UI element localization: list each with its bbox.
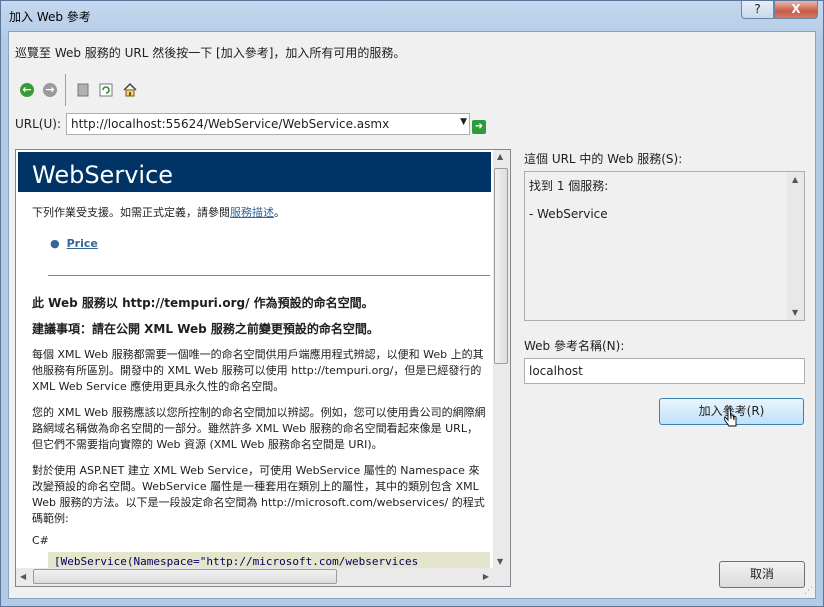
scroll-up-icon[interactable]: ▲	[792, 175, 798, 184]
dropdown-arrow-icon[interactable]: ▼	[460, 117, 467, 127]
forward-button[interactable]: →	[40, 80, 60, 100]
web-browser-pane[interactable]: WebService 下列作業受支援。如需正式定義，請參閱服務描述。 ● Pri…	[15, 149, 511, 587]
scroll-up-icon[interactable]: ▲	[497, 152, 503, 161]
scroll-down-icon[interactable]: ▼	[497, 557, 503, 566]
stop-icon	[77, 83, 89, 97]
paragraph-3: 對於使用 ASP.NET 建立 XML Web Service，可使用 WebS…	[32, 464, 485, 525]
services-label: 這個 URL 中的 Web 服務(S):	[524, 152, 683, 166]
service-title: WebService	[32, 161, 174, 189]
scroll-left-icon[interactable]: ◀	[20, 572, 26, 581]
reference-name-value: localhost	[529, 364, 583, 378]
stop-button[interactable]	[73, 80, 93, 100]
back-button[interactable]: ←	[17, 80, 37, 100]
operation-link-price[interactable]: Price	[67, 237, 98, 250]
reference-name-input[interactable]: localhost	[524, 358, 805, 384]
url-label: URL(U):	[15, 117, 61, 131]
paragraph-2: 您的 XML Web 服務應該以您所控制的命名空間加以辨認。例如，您可以使用貴公…	[32, 406, 486, 451]
code-sample: [WebService(Namespace="http://microsoft.…	[48, 552, 490, 568]
scroll-down-icon[interactable]: ▼	[792, 308, 798, 317]
operation-item: ● Price	[50, 236, 493, 252]
go-button[interactable]: ➜	[472, 120, 486, 134]
browser-content: WebService 下列作業受支援。如需正式定義，請參閱服務描述。 ● Pri…	[16, 150, 493, 568]
back-icon: ←	[20, 83, 34, 97]
intro-text: 下列作業受支援。如需正式定義，請參閱	[32, 206, 230, 219]
refresh-icon	[99, 83, 113, 97]
title-bar: 加入 Web 參考 ? X	[1, 1, 823, 31]
services-scrollbar[interactable]: ▲ ▼	[787, 172, 804, 320]
divider	[48, 275, 490, 276]
service-item: - WebService	[529, 207, 608, 221]
home-button[interactable]	[120, 80, 140, 100]
dialog-window: 加入 Web 參考 ? X 巡覽至 Web 服務的 URL 然後按一下 [加入參…	[0, 0, 824, 607]
intro-end: 。	[274, 206, 285, 219]
close-button[interactable]: X	[774, 1, 818, 19]
namespace-heading: 此 Web 服務以 http://tempuri.org/ 作為預設的命名空間。	[32, 296, 374, 310]
scroll-right-icon[interactable]: ▶	[483, 572, 489, 581]
services-list[interactable]: 找到 1 個服務: - WebService ▲ ▼	[524, 171, 805, 321]
reference-name-label: Web 參考名稱(N):	[524, 339, 625, 353]
toolbar-separator	[65, 74, 66, 106]
language-label: C#	[32, 534, 49, 547]
vertical-scroll-thumb[interactable]	[494, 168, 508, 364]
url-input[interactable]: http://localhost:55624/WebService/WebSer…	[71, 117, 389, 131]
url-combobox[interactable]: http://localhost:55624/WebService/WebSer…	[66, 113, 470, 135]
services-found-text: 找到 1 個服務:	[529, 179, 609, 193]
mouse-cursor-icon	[724, 407, 737, 427]
resize-grip-icon[interactable]: ⋰	[804, 586, 813, 596]
scrollbar-corner	[493, 568, 510, 586]
service-description-link[interactable]: 服務描述	[230, 206, 274, 219]
cancel-button[interactable]: 取消	[719, 561, 805, 588]
forward-icon: →	[43, 83, 57, 97]
bullet-icon: ●	[50, 237, 60, 250]
recommendation-heading: 建議事項：請在公開 XML Web 服務之前變更預設的命名空間。	[32, 322, 379, 336]
go-arrow-icon: ➜	[474, 121, 484, 132]
help-button[interactable]: ?	[741, 1, 774, 19]
instruction-text: 巡覽至 Web 服務的 URL 然後按一下 [加入參考]，加入所有可用的服務。	[15, 46, 406, 60]
window-title: 加入 Web 參考	[9, 10, 91, 24]
horizontal-scroll-thumb[interactable]	[33, 569, 337, 584]
paragraph-1: 每個 XML Web 服務都需要一個唯一的命名空間供用戶端應用程式辨認，以便和 …	[32, 348, 484, 393]
service-header: WebService	[18, 152, 491, 192]
horizontal-scrollbar[interactable]: ◀ ▶	[16, 568, 493, 586]
dialog-body: 巡覽至 Web 服務的 URL 然後按一下 [加入參考]，加入所有可用的服務。 …	[8, 31, 816, 599]
refresh-button[interactable]	[96, 80, 116, 100]
home-icon	[123, 82, 137, 97]
vertical-scrollbar[interactable]: ▲ ▼	[493, 150, 510, 568]
intro-line: 下列作業受支援。如需正式定義，請參閱服務描述。	[32, 205, 488, 221]
